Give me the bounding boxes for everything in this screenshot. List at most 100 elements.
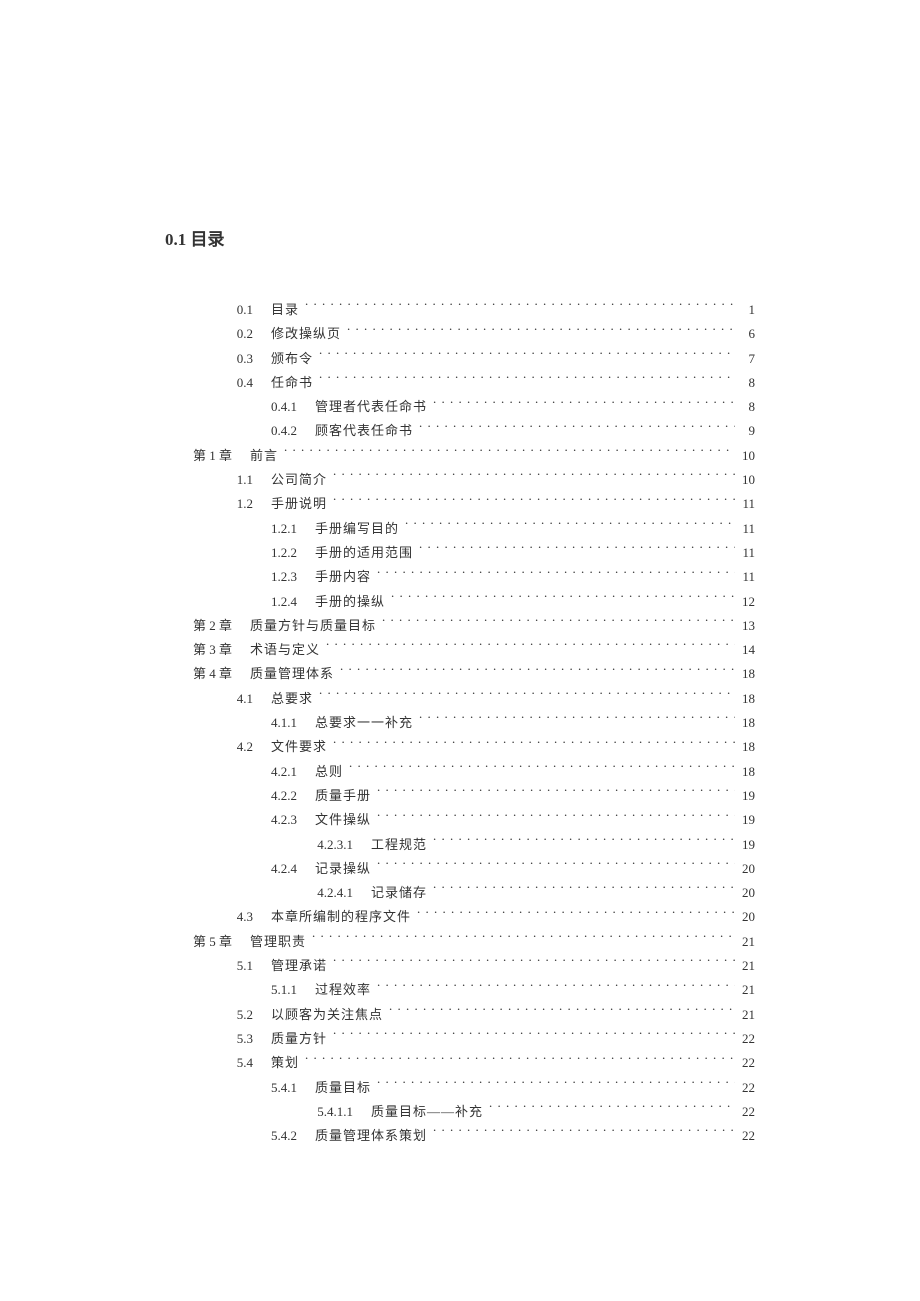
toc-leader-dots bbox=[419, 544, 735, 557]
toc-entry-title: 管理承诺 bbox=[271, 954, 331, 979]
toc-entry-page: 22 bbox=[737, 1124, 755, 1149]
toc-entry-page: 18 bbox=[737, 760, 755, 785]
toc-entry[interactable]: 4.2.3.1工程规范19 bbox=[165, 833, 755, 857]
toc-entry-page: 22 bbox=[737, 1100, 755, 1125]
toc-leader-dots bbox=[333, 495, 735, 508]
toc-entry-title: 手册说明 bbox=[271, 492, 331, 517]
toc-entry-page: 18 bbox=[737, 711, 755, 736]
toc-entry[interactable]: 第 1 章前言10 bbox=[165, 444, 755, 468]
toc-entry[interactable]: 1.2.2手册的适用范围11 bbox=[165, 541, 755, 565]
toc-entry-number: 4.3 bbox=[225, 905, 271, 930]
toc-entry-title: 质量手册 bbox=[315, 784, 375, 809]
toc-entry[interactable]: 1.1公司简介10 bbox=[165, 468, 755, 492]
toc-entry[interactable]: 4.2文件要求18 bbox=[165, 735, 755, 759]
toc-entry-page: 6 bbox=[737, 322, 755, 347]
toc-leader-dots bbox=[433, 1127, 735, 1140]
toc-entry-number: 1.2.3 bbox=[259, 565, 315, 590]
toc-leader-dots bbox=[377, 811, 735, 824]
toc-leader-dots bbox=[349, 763, 735, 776]
toc-entry[interactable]: 第 3 章术语与定义14 bbox=[165, 638, 755, 662]
toc-entry[interactable]: 0.1目录1 bbox=[165, 298, 755, 322]
toc-leader-dots bbox=[333, 1030, 735, 1043]
toc-entry[interactable]: 5.3质量方针22 bbox=[165, 1027, 755, 1051]
toc-entry-title: 任命书 bbox=[271, 371, 317, 396]
toc-entry-number: 第 4 章 bbox=[193, 662, 250, 687]
toc-entry-title: 工程规范 bbox=[371, 833, 431, 858]
toc-entry-page: 8 bbox=[737, 371, 755, 396]
toc-entry[interactable]: 第 4 章质量管理体系18 bbox=[165, 662, 755, 686]
toc-entry[interactable]: 0.3颁布令7 bbox=[165, 347, 755, 371]
page-container: 0.1 目录 0.1目录10.2修改操纵页60.3颁布令70.4任命书80.4.… bbox=[0, 0, 920, 1248]
toc-entry-number: 第 1 章 bbox=[193, 444, 250, 469]
toc-entry[interactable]: 4.2.4.1记录储存20 bbox=[165, 881, 755, 905]
toc-entry-page: 22 bbox=[737, 1076, 755, 1101]
toc-entry-title: 管理职责 bbox=[250, 930, 310, 955]
toc-entry-number: 5.3 bbox=[225, 1027, 271, 1052]
toc-entry-page: 10 bbox=[737, 444, 755, 469]
toc-entry-number: 0.2 bbox=[225, 322, 271, 347]
toc-entry[interactable]: 5.1.1过程效率21 bbox=[165, 978, 755, 1002]
toc-entry[interactable]: 0.4.1管理者代表任命书8 bbox=[165, 395, 755, 419]
toc-entry-number: 5.2 bbox=[225, 1003, 271, 1028]
toc-leader-dots bbox=[417, 908, 735, 921]
toc-leader-dots bbox=[340, 665, 735, 678]
toc-entry[interactable]: 4.2.1总则18 bbox=[165, 760, 755, 784]
toc-entry[interactable]: 5.4策划22 bbox=[165, 1051, 755, 1075]
toc-leader-dots bbox=[284, 447, 735, 460]
toc-leader-dots bbox=[419, 714, 735, 727]
toc-entry[interactable]: 0.4任命书8 bbox=[165, 371, 755, 395]
table-of-contents: 0.1目录10.2修改操纵页60.3颁布令70.4任命书80.4.1管理者代表任… bbox=[165, 298, 755, 1148]
toc-entry-page: 21 bbox=[737, 930, 755, 955]
toc-leader-dots bbox=[312, 933, 735, 946]
toc-entry-number: 5.1 bbox=[225, 954, 271, 979]
toc-entry[interactable]: 5.1管理承诺21 bbox=[165, 954, 755, 978]
toc-entry-title: 总则 bbox=[315, 760, 347, 785]
toc-entry[interactable]: 1.2.4手册的操纵12 bbox=[165, 590, 755, 614]
toc-entry-title: 过程效率 bbox=[315, 978, 375, 1003]
toc-leader-dots bbox=[389, 1006, 735, 1019]
toc-entry[interactable]: 5.2以顾客为关注焦点21 bbox=[165, 1003, 755, 1027]
toc-leader-dots bbox=[333, 738, 735, 751]
toc-entry-number: 5.4 bbox=[225, 1051, 271, 1076]
toc-entry-title: 以顾客为关注焦点 bbox=[271, 1003, 387, 1028]
toc-entry[interactable]: 1.2.1手册编写目的11 bbox=[165, 517, 755, 541]
toc-entry[interactable]: 5.4.1.1质量目标——补充 22 bbox=[165, 1100, 755, 1124]
toc-entry-title: 记录储存 bbox=[371, 881, 431, 906]
toc-entry[interactable]: 0.2修改操纵页6 bbox=[165, 322, 755, 346]
toc-entry[interactable]: 4.1总要求18 bbox=[165, 687, 755, 711]
toc-entry[interactable]: 0.4.2顾客代表任命书9 bbox=[165, 419, 755, 443]
toc-entry[interactable]: 5.4.2质量管理体系策划22 bbox=[165, 1124, 755, 1148]
toc-leader-dots bbox=[326, 641, 735, 654]
toc-entry[interactable]: 4.1.1总要求一一补充 18 bbox=[165, 711, 755, 735]
toc-entry-page: 22 bbox=[737, 1027, 755, 1052]
toc-entry-title: 质量目标——补充 bbox=[371, 1100, 487, 1125]
toc-entry[interactable]: 4.3本章所编制的程序文件20 bbox=[165, 905, 755, 929]
toc-entry-title: 公司简介 bbox=[271, 468, 331, 493]
toc-entry-title: 管理者代表任命书 bbox=[315, 395, 431, 420]
toc-entry[interactable]: 1.2手册说明11 bbox=[165, 492, 755, 516]
toc-leader-dots bbox=[433, 836, 735, 849]
toc-leader-dots bbox=[433, 398, 735, 411]
toc-entry[interactable]: 4.2.4记录操纵20 bbox=[165, 857, 755, 881]
toc-entry-page: 19 bbox=[737, 833, 755, 858]
toc-entry-page: 22 bbox=[737, 1051, 755, 1076]
toc-entry-number: 4.2.2 bbox=[259, 784, 315, 809]
toc-entry-number: 4.2 bbox=[225, 735, 271, 760]
toc-entry-title: 本章所编制的程序文件 bbox=[271, 905, 415, 930]
toc-entry[interactable]: 第 2 章质量方针与质量目标13 bbox=[165, 614, 755, 638]
toc-entry-number: 5.4.1.1 bbox=[293, 1100, 371, 1125]
toc-entry[interactable]: 第 5 章管理职责21 bbox=[165, 930, 755, 954]
toc-leader-dots bbox=[377, 981, 735, 994]
toc-entry[interactable]: 4.2.3文件操纵19 bbox=[165, 808, 755, 832]
toc-entry-page: 18 bbox=[737, 687, 755, 712]
toc-entry[interactable]: 1.2.3手册内容11 bbox=[165, 565, 755, 589]
toc-entry[interactable]: 5.4.1质量目标22 bbox=[165, 1076, 755, 1100]
toc-entry-number: 4.1.1 bbox=[259, 711, 315, 736]
toc-entry-page: 11 bbox=[737, 517, 755, 542]
toc-entry-title: 总要求一一补充 bbox=[315, 711, 417, 736]
toc-leader-dots bbox=[333, 957, 735, 970]
toc-entry-page: 21 bbox=[737, 978, 755, 1003]
toc-entry[interactable]: 4.2.2质量手册19 bbox=[165, 784, 755, 808]
toc-entry-page: 11 bbox=[737, 541, 755, 566]
toc-entry-page: 13 bbox=[737, 614, 755, 639]
